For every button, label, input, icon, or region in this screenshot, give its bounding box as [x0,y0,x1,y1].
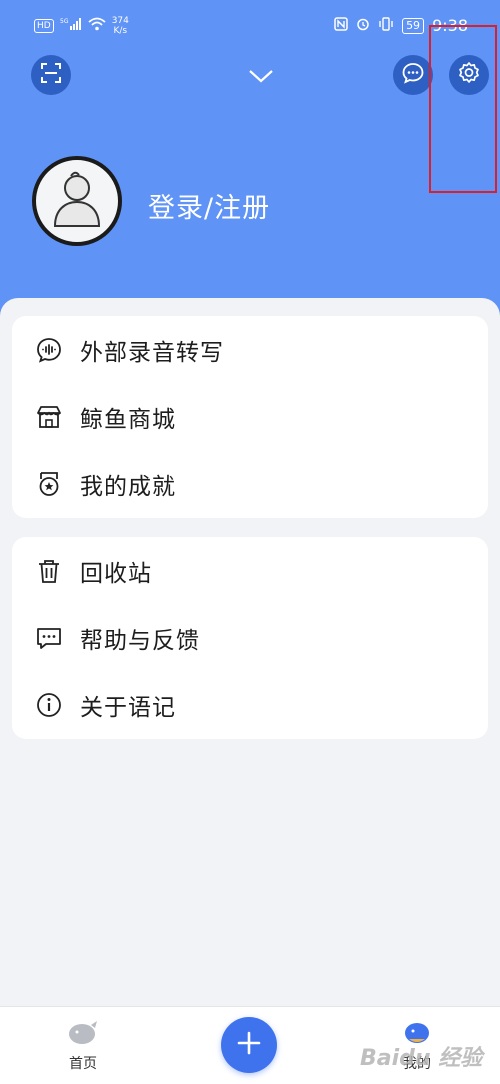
chevron-down-icon[interactable] [247,66,275,86]
header: HD 5G 374 K/s 59 9:38 登录/注册 [0,0,500,320]
wifi-icon [88,17,106,35]
settings-highlight-box [429,25,497,193]
login-register-link[interactable]: 登录/注册 [148,186,270,225]
user-icon [49,168,105,234]
menu-item-about[interactable]: 关于语记 [12,671,488,738]
signal-icon: 5G [60,17,82,35]
menu-item-recycle-bin[interactable]: 回收站 [12,537,488,604]
vibrate-icon [378,16,394,35]
net-speed-unit: K/s [113,26,128,36]
feedback-icon [34,623,64,653]
watermark: Baidu 经验 [360,1046,483,1071]
whale-home-icon [67,1021,99,1049]
menu-label: 关于语记 [80,694,176,721]
signal-label: 5G [60,18,69,25]
menu-card-primary: 外部录音转写 鲸鱼商城 我的成就 [12,316,488,518]
plus-icon [236,1030,262,1060]
net-speed-value: 374 [111,16,129,26]
message-button[interactable] [393,55,433,95]
menu-item-store[interactable]: 鲸鱼商城 [12,383,488,450]
info-icon [34,690,64,720]
menu-label: 回收站 [80,560,152,587]
alarm-icon [356,17,370,35]
menu-item-audio-transcribe[interactable]: 外部录音转写 [12,316,488,383]
menu-item-achievements[interactable]: 我的成就 [12,450,488,517]
audio-transcribe-icon [34,335,64,365]
avatar[interactable] [32,156,122,246]
trash-icon [34,556,64,586]
menu-label: 外部录音转写 [80,339,224,366]
net-speed: 374 K/s [112,16,129,36]
menu-label: 鲸鱼商城 [80,406,176,433]
scan-icon [40,62,62,88]
menu-card-secondary: 回收站 帮助与反馈 关于语记 [12,537,488,739]
chat-bubble-icon [401,61,425,89]
tab-home-label: 首页 [69,1056,97,1072]
scan-button[interactable] [31,55,71,95]
menu-item-help-feedback[interactable]: 帮助与反馈 [12,604,488,671]
menu-label: 我的成就 [80,473,176,500]
status-bar: HD 5G 374 K/s 59 9:38 [0,0,500,50]
menu-label: 帮助与反馈 [80,627,200,654]
store-icon [34,402,64,432]
battery-indicator: 59 [402,17,425,34]
status-left: HD 5G 374 K/s [34,16,129,36]
tab-home[interactable]: 首页 [58,1019,108,1073]
medal-icon [34,469,64,499]
nfc-icon [334,16,348,35]
add-record-button[interactable] [221,1017,277,1073]
hd-badge: HD [34,19,54,33]
